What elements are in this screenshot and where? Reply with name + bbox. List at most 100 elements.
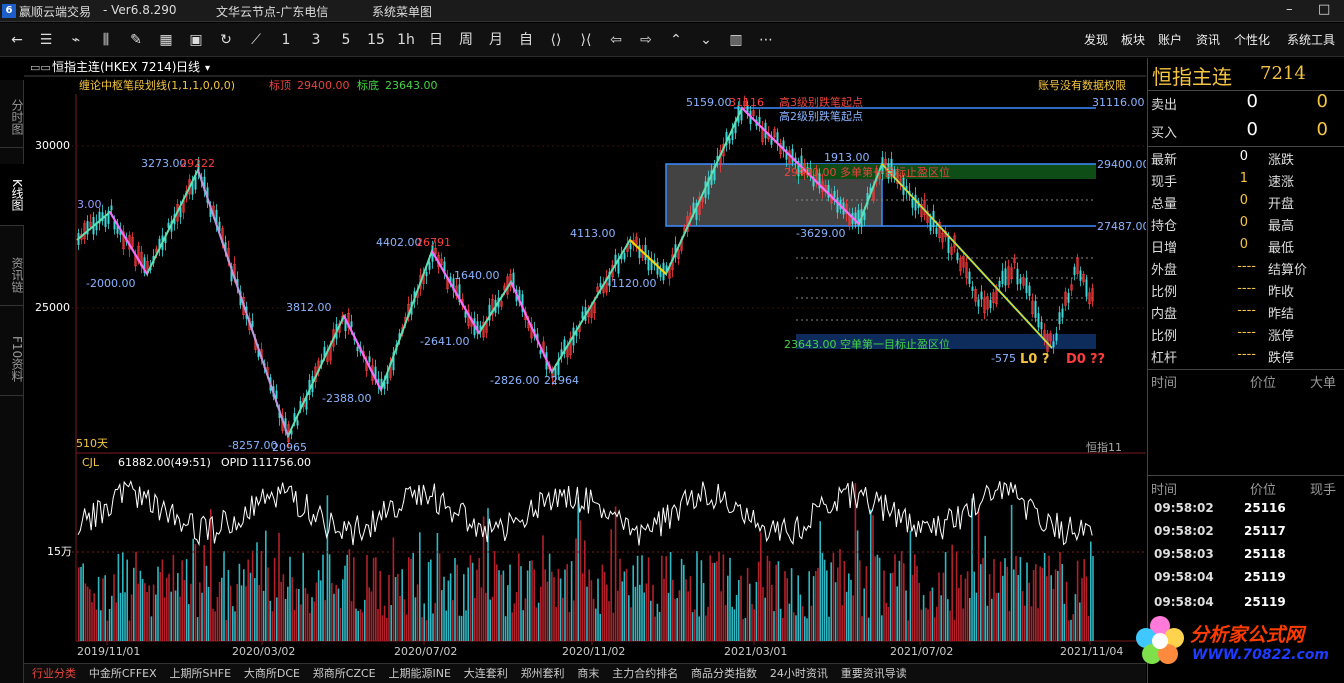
volume-bar [1074,594,1077,641]
save-icon[interactable]: ▣ [183,31,209,49]
volume-bar [238,563,241,641]
volume-bar [135,551,137,641]
volume-bar [931,587,934,641]
volume-bar [878,557,881,641]
candle-body [599,283,602,288]
volume-bar [713,562,716,641]
candle-icon[interactable]: ⫼ [93,31,119,49]
tab-f10[interactable]: F10资料 [0,324,24,396]
chart-area[interactable]: ▭▭ 恒指主连(HKEX 7214) 日线 ▾ 缠论中枢笔段划线(1,1,1,0… [24,58,1146,683]
tab-cross[interactable]: 商末 [577,664,599,683]
menu-account[interactable]: 账户 [1158,31,1182,48]
draw-icon[interactable]: ✎ [123,31,149,49]
tab-kline[interactable]: K线图 [0,164,24,226]
kline-chart[interactable]: ▭▭ 恒指主连(HKEX 7214) 日线 ▾ 缠论中枢笔段划线(1,1,1,0… [24,58,1146,663]
volume-bar [718,551,720,641]
list-icon[interactable]: ☰ [33,31,59,49]
period-5[interactable]: 5 [333,31,359,49]
pivot-label: -3629.00 [796,227,845,240]
tab-zce[interactable]: 郑商所CZCE [313,664,376,683]
line-chart-icon[interactable]: ⌁ [63,31,89,49]
grid-icon[interactable]: ▦ [153,31,179,49]
volume-bar [214,611,216,641]
layout-icon[interactable]: ▥ [723,31,749,49]
period-month[interactable]: 月 [483,31,509,49]
expand-up-icon[interactable]: ⌃ [663,31,689,49]
tab-news-chain[interactable]: 资讯链 [0,244,24,306]
volume-bar [408,557,410,641]
minimize-icon[interactable]: – [1286,2,1293,17]
volume-bar [421,617,423,641]
menu-personalize[interactable]: 个性化 [1234,31,1270,48]
volume-bar [414,597,417,641]
volume-bar [346,554,348,641]
period-15[interactable]: 15 [363,31,389,49]
period-3[interactable]: 3 [303,31,329,49]
tab-zhengzhou-arb[interactable]: 郑州套利 [521,664,565,683]
period-custom[interactable]: 自 [513,31,539,49]
volume-bar [339,608,342,641]
candle-body [629,243,632,250]
volume-bar [865,566,868,641]
volume-bar [975,592,978,641]
trend-icon[interactable]: ⟋ [243,31,269,49]
system-menu[interactable]: 系统菜单图 [372,3,432,20]
period-week[interactable]: 周 [453,31,479,49]
candle-body [836,197,839,213]
menu-sector[interactable]: 板块 [1121,31,1145,48]
tab-shfe[interactable]: 上期所SHFE [169,664,231,683]
volume-bar [590,580,593,641]
bottom-label: 标底 [357,78,379,92]
volume-bar [608,601,610,641]
no-permission-note: 账号没有数据权限 [1038,78,1126,92]
period-1h[interactable]: 1h [393,31,419,49]
volume-bar [977,508,980,641]
back-icon[interactable]: ← [4,31,30,49]
volume-bar [735,594,738,641]
tab-timeshare[interactable]: 分时图 [0,86,24,148]
volume-bar [839,549,841,641]
period-1[interactable]: 1 [273,31,299,49]
scroll-right-icon[interactable]: ⇨ [633,31,659,49]
volume-bar [95,609,98,641]
server-node[interactable]: 文华云节点-广东电信 [216,3,328,20]
tab-industry[interactable]: 行业分类 [32,664,76,683]
refresh-icon[interactable]: ↻ [213,31,239,49]
volume-bar [892,572,894,641]
volume-bar [973,571,975,641]
candle-body [956,252,959,261]
bid-row[interactable]: 买入 0 0 [1148,119,1344,144]
volume-bar [999,561,1002,641]
tab-main[interactable]: 主力合约排名 [612,664,678,683]
tab-important[interactable]: 重要资讯导读 [841,664,907,683]
pivot-label: -2388.00 [322,392,371,405]
period-day[interactable]: 日 [423,31,449,49]
tab-dalian-arb[interactable]: 大连套利 [464,664,508,683]
zoom-in-icon[interactable]: ⟨⟩ [543,31,569,49]
quote-panel: 恒指主连(HKEX 7214) 恒指主连 7214 卖出 0 0 买入 0 0 … [1147,58,1344,683]
volume-bar [216,597,219,641]
menu-news[interactable]: 资讯 [1196,31,1220,48]
expand-down-icon[interactable]: ⌄ [693,31,719,49]
volume-bar [438,553,441,641]
volume-bar [826,570,828,641]
volume-bar [445,610,447,641]
tab-dce[interactable]: 大商所DCE [244,664,300,683]
tab-czce[interactable]: 中金所CFFEX [89,664,157,683]
menu-discover[interactable]: 发现 [1084,31,1108,48]
maximize-icon[interactable]: □ [1318,2,1330,17]
tab-ine[interactable]: 上期能源INE [388,664,450,683]
ask-row[interactable]: 卖出 0 0 [1148,91,1344,116]
zoom-out-icon[interactable]: ⟩⟨ [573,31,599,49]
tab-index[interactable]: 商品分类指数 [691,664,757,683]
candle-body [1067,292,1070,303]
days-label: 510天 [76,437,108,450]
volume-bar [705,615,707,641]
tab-24h[interactable]: 24小时资讯 [770,664,828,683]
volume-bar [379,570,381,641]
volume-bar [711,562,714,641]
more-icon[interactable]: ⋯ [753,31,779,49]
volume-bar [386,617,388,641]
menu-system-tools[interactable]: 系统工具 [1287,31,1335,48]
scroll-left-icon[interactable]: ⇦ [603,31,629,49]
